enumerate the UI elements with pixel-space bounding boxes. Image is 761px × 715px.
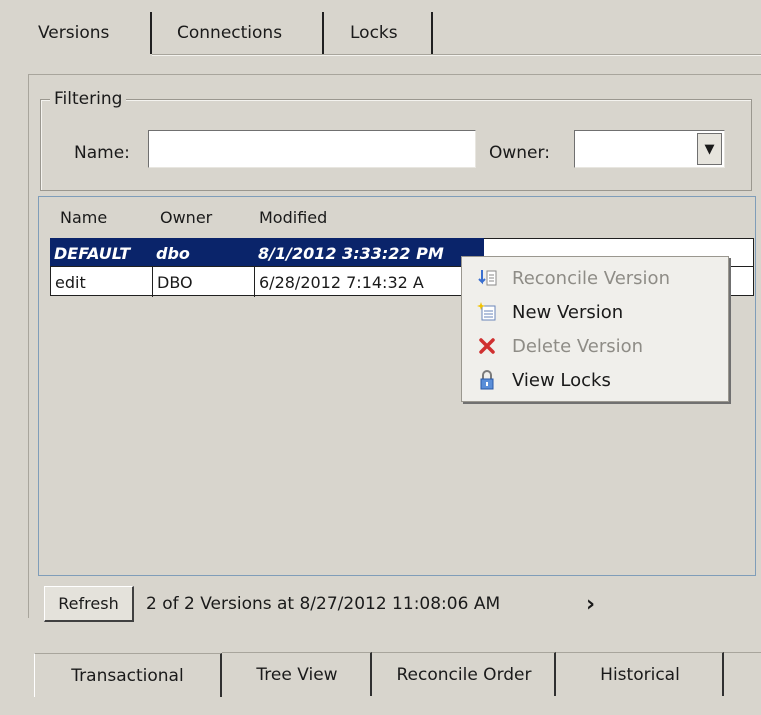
refresh-button[interactable]: Refresh — [44, 586, 134, 622]
tab-reconcile-order[interactable]: Reconcile Order — [374, 652, 556, 696]
tab-reconcile-order-label: Reconcile Order — [396, 664, 532, 685]
tab-tree-view-label: Tree View — [256, 664, 338, 685]
owner-dropdown-button[interactable]: ▼ — [697, 133, 722, 165]
menu-item-label: Delete Version — [512, 335, 644, 357]
row-name-cell: edit — [51, 267, 153, 297]
menu-item-new-version[interactable]: New Version — [476, 297, 726, 327]
menu-item-view-locks[interactable]: View Locks — [476, 365, 726, 395]
row-name-cell: DEFAULT — [50, 238, 152, 268]
name-label: Name: — [74, 143, 130, 163]
chevron-down-icon: ▼ — [704, 141, 715, 157]
context-menu: Reconcile Version New Version Delete Ver… — [461, 256, 729, 402]
tab-strip-highlight — [152, 55, 761, 56]
reconcile-icon — [476, 267, 498, 289]
menu-item-label: View Locks — [512, 369, 611, 391]
tab-versions-label: Versions — [38, 23, 110, 43]
filtering-group-title: Filtering — [50, 89, 127, 109]
lock-icon — [476, 369, 498, 391]
tab-transactional-label: Transactional — [71, 665, 184, 686]
version-manager-window: Versions Connections Locks Filtering Nam… — [0, 0, 761, 715]
new-version-icon — [476, 301, 498, 323]
refresh-button-label: Refresh — [58, 594, 119, 613]
owner-combobox[interactable]: ▼ — [574, 130, 725, 168]
tab-connections[interactable]: Connections — [163, 12, 324, 54]
table-row[interactable]: DEFAULT dbo 8/1/2012 3:33:22 PM — [50, 238, 484, 268]
menu-item-reconcile-version[interactable]: Reconcile Version — [476, 263, 726, 293]
status-text: 2 of 2 Versions at 8/27/2012 11:08:06 AM — [146, 594, 501, 614]
tab-transactional[interactable]: Transactional — [34, 653, 222, 697]
column-header-modified[interactable]: Modified — [259, 208, 327, 227]
column-header-name[interactable]: Name — [60, 208, 107, 227]
menu-item-label: Reconcile Version — [512, 267, 670, 289]
menu-item-delete-version[interactable]: Delete Version — [476, 331, 726, 361]
tab-versions[interactable]: Versions — [24, 12, 152, 54]
column-header-owner[interactable]: Owner — [160, 208, 212, 227]
row-modified-cell: 8/1/2012 3:33:22 PM — [254, 238, 484, 268]
delete-icon — [476, 335, 498, 357]
tab-locks[interactable]: Locks — [336, 12, 433, 54]
tab-historical-label: Historical — [600, 664, 680, 685]
tab-tree-view[interactable]: Tree View — [224, 652, 372, 696]
menu-item-label: New Version — [512, 301, 624, 323]
row-owner-cell: DBO — [153, 267, 255, 297]
tab-historical[interactable]: Historical — [558, 652, 724, 696]
tab-connections-label: Connections — [177, 23, 283, 43]
tab-locks-label: Locks — [350, 23, 398, 43]
name-input[interactable] — [148, 130, 476, 168]
row-owner-cell: dbo — [152, 238, 254, 268]
chevron-right-icon[interactable]: › — [586, 592, 595, 617]
owner-label: Owner: — [489, 143, 550, 163]
